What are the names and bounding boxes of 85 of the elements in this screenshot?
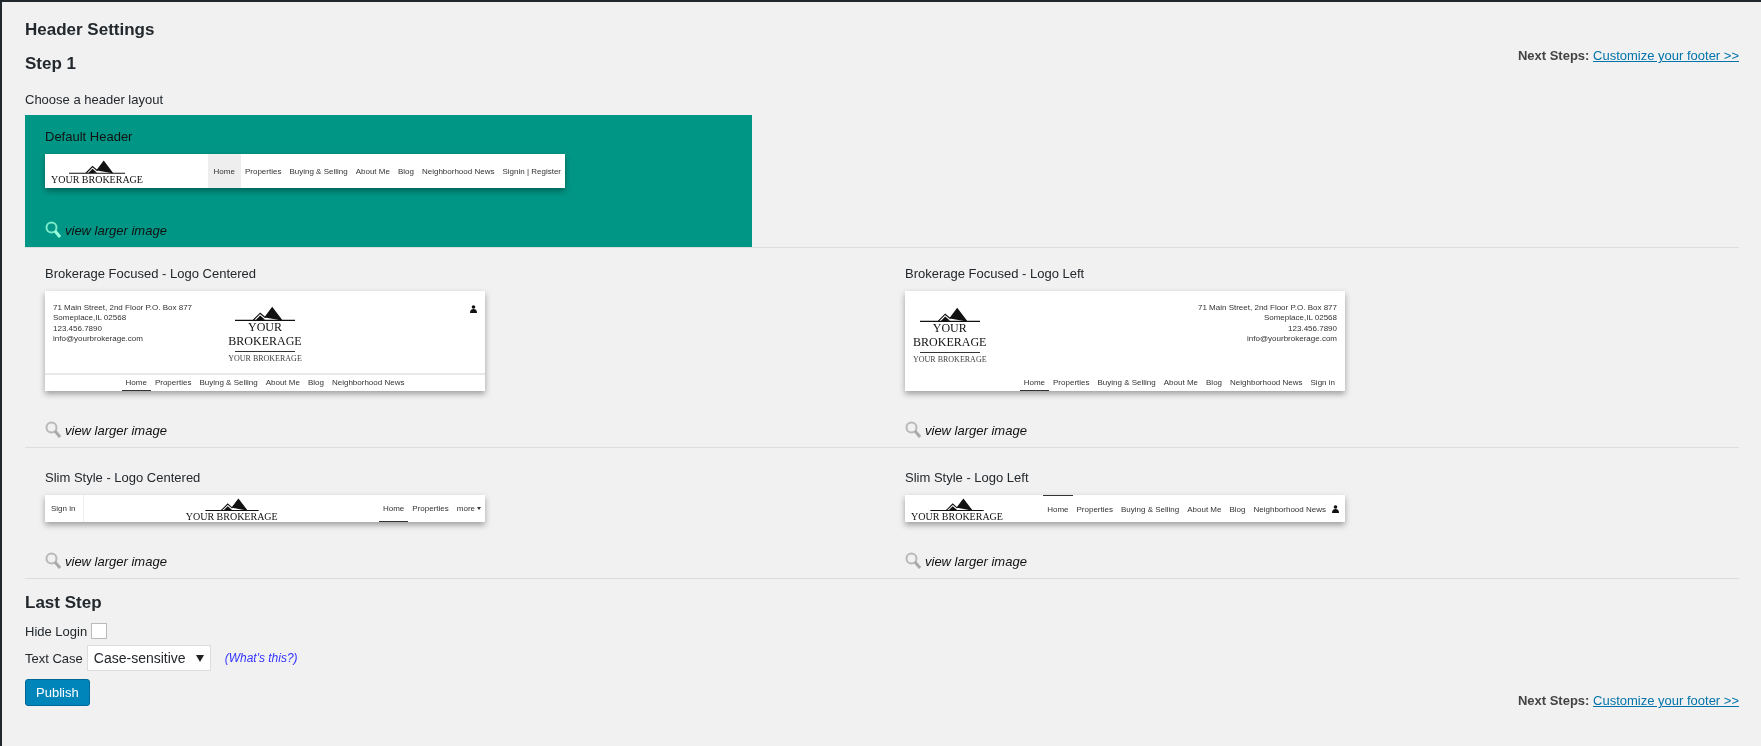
view-larger-image-link[interactable]: view larger image [905,552,1027,570]
nav-link[interactable]: Home [1019,375,1050,391]
contact-line: 123.456.7890 [53,323,103,335]
layout-title: Brokerage Focused - Logo Centered [45,266,257,281]
view-larger-image-link[interactable]: view larger image [45,552,167,570]
nav-link[interactable]: Signin | Register [498,154,565,188]
nav-link[interactable]: Blog [303,375,328,391]
header-layout-option[interactable]: Slim Style - Logo Centered Sign in YOUR BROKERAGE Home Properties more view larger image [25,448,752,578]
search-icon [905,552,921,570]
house-roof-icon [203,495,260,511]
view-larger-image-link[interactable]: view larger image [45,221,167,239]
nav-link[interactable]: Buying & Selling [285,154,352,188]
search-icon [45,221,61,239]
nav-link[interactable]: Blog [393,154,418,188]
text-case-label: Text Case [25,650,83,666]
nav-link[interactable]: Properties [150,375,196,391]
logo-tagline: YOUR BROKERAGE [228,353,302,363]
logo-text: YOUR BROKERAGE [911,511,1003,522]
search-icon [905,421,921,439]
next-steps-label: Next Steps: [1517,693,1590,708]
person-icon [470,305,477,313]
layout-title: Default Header [45,129,134,144]
nav-link[interactable]: About Me [261,375,304,391]
contact-line: info@yourbrokerage.com [53,334,144,345]
nav-link[interactable]: About Me [1183,495,1226,522]
search-icon [45,421,61,439]
contact-line: Someplace,IL 02568 [53,313,128,324]
nav-link[interactable]: Home [121,375,151,391]
logo-text: YOUR BROKERAGE [51,173,143,185]
nav-link[interactable]: Neighborhood News [327,375,409,391]
hide-login-checkbox[interactable] [91,623,108,639]
customize-footer-link[interactable]: Customize your footer >> [1593,48,1739,63]
text-case-select[interactable]: Case-sensitive [86,645,211,671]
nav-link[interactable]: Buying & Selling [1093,375,1160,391]
publish-button[interactable]: Publish [25,679,90,706]
logo-tagline: YOUR BROKERAGE [913,354,987,364]
nav-link[interactable]: Neighborhood News [1249,495,1330,522]
search-icon [45,552,61,570]
page-title: Header Settings [25,20,156,40]
contact-line: 71 Main Street, 2nd Floor P.O. Box 877 [53,303,194,314]
nav-link[interactable]: Home [378,495,409,522]
contact-line: 71 Main Street, 2nd Floor P.O. Box 877 [1197,303,1337,314]
next-steps-label: Next Steps: [1517,48,1590,63]
nav-link[interactable]: Neighborhood News [1226,375,1307,391]
nav-link[interactable]: Home [207,154,241,188]
caret-icon [477,506,481,510]
customize-footer-link[interactable]: Customize your footer >> [1593,693,1739,708]
nav-link[interactable]: About Me [351,154,394,188]
view-larger-image-link[interactable]: view larger image [905,421,1027,439]
nav-link[interactable]: Neighborhood News [417,154,499,188]
sign-in-link: Sign in [45,495,85,522]
contact-line: Someplace,IL 02568 [1263,313,1337,324]
nav-link[interactable]: Properties [1072,495,1117,522]
nav-link[interactable]: Properties [408,495,453,522]
nav-link[interactable]: Properties [1049,375,1094,391]
dropdown-caret-icon [195,654,204,662]
nav-link[interactable]: About Me [1159,375,1202,391]
logo-text: BROKERAGE [228,335,302,349]
nav-link[interactable]: Sign in [1306,375,1339,391]
person-icon [1332,504,1339,513]
contact-line: 123.456.7890 [1288,323,1337,335]
logo-text: YOUR [248,321,282,335]
nav-link[interactable]: Buying & Selling [1116,495,1184,522]
header-layout-option[interactable]: Slim Style - Logo Left YOUR BROKERAGE Home Properties Buying & Selling About Me Blog Neighborhood News view larger image [885,448,1612,578]
view-larger-image-link[interactable]: view larger image [45,421,167,439]
instruction-text: Choose a header layout [25,92,165,107]
step-title: Step 1 [25,54,77,74]
header-layout-option[interactable]: Default Header YOUR BROKERAGE Home Properties Buying & Selling About Me Blog Neighborhood News Signin | Register view larger image [25,115,752,247]
nav-link[interactable]: Buying & Selling [195,375,262,391]
layout-title: Slim Style - Logo Centered [45,470,202,485]
house-roof-icon [928,495,985,511]
hide-login-label: Hide Login [25,623,88,639]
layout-title: Brokerage Focused - Logo Left [905,266,1086,281]
nav-link[interactable]: more [452,495,485,522]
logo-text: BROKERAGE [913,336,987,350]
nav-link[interactable]: Blog [1202,375,1227,391]
nav-link[interactable]: Blog [1225,495,1250,522]
nav-link[interactable]: Properties [240,154,286,188]
layout-title: Slim Style - Logo Left [905,470,1030,485]
nav-link[interactable]: Home [1043,495,1073,522]
section-title: Last Step [25,593,103,613]
contact-line: info@yourbrokerage.com [1247,334,1337,345]
help-link[interactable]: (What's this?) [224,651,298,665]
logo-text: YOUR BROKERAGE [185,511,278,522]
logo-text: YOUR [932,322,967,336]
